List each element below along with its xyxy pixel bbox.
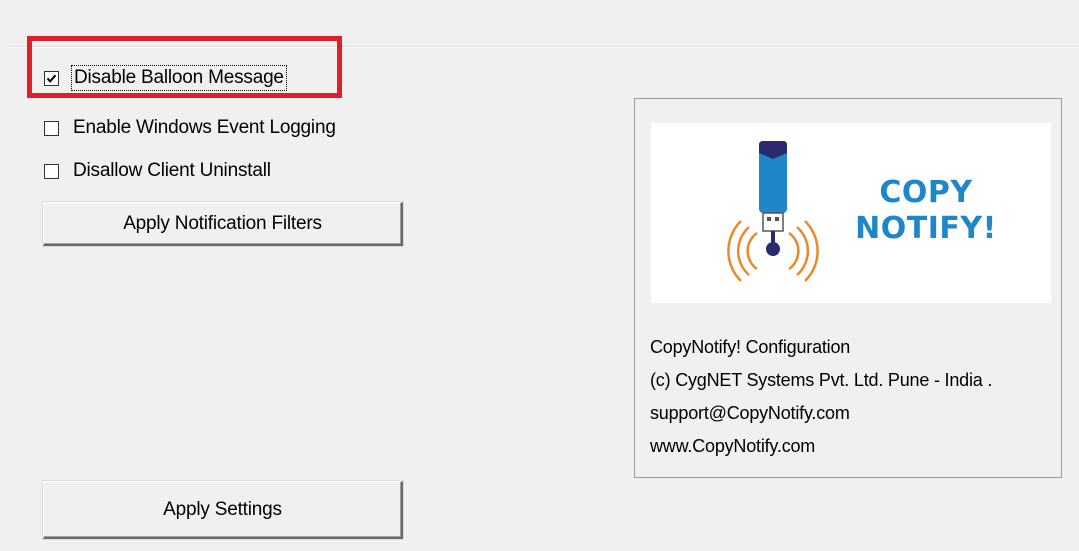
info-lines: CopyNotify! Configuration (c) CygNET Sys… [650, 331, 992, 463]
logo-line-1: COPY [879, 175, 973, 210]
apply-settings-button[interactable]: Apply Settings [43, 481, 403, 539]
disable-balloon-checkbox[interactable]: Disable Balloon Message [44, 65, 287, 91]
info-copyright: (c) CygNET Systems Pvt. Ltd. Pune - Indi… [650, 370, 993, 390]
info-website: www.CopyNotify.com [650, 436, 816, 456]
top-separator [8, 46, 1079, 48]
logo-line-2: NOTIFY! [855, 211, 997, 246]
apply-notification-filters-button[interactable]: Apply Notification Filters [43, 202, 403, 246]
logo-text: COPY NOTIFY! [851, 175, 1001, 247]
checkmark-icon [46, 74, 57, 83]
disallow-uninstall-label: Disallow Client Uninstall [73, 160, 271, 181]
copynotify-logo: COPY NOTIFY! [651, 123, 1051, 303]
disable-balloon-label: Disable Balloon Message [71, 65, 287, 91]
info-panel: COPY NOTIFY! CopyNotify! Configuration (… [634, 98, 1062, 478]
enable-event-logging-checkbox[interactable]: Enable Windows Event Logging [44, 115, 336, 141]
checkbox-box[interactable] [44, 70, 59, 86]
enable-event-logging-label: Enable Windows Event Logging [73, 117, 336, 138]
usb-waves-icon [727, 141, 819, 282]
info-title: CopyNotify! Configuration [650, 337, 851, 357]
info-support-email: support@CopyNotify.com [650, 403, 850, 423]
disallow-uninstall-checkbox[interactable]: Disallow Client Uninstall [44, 158, 271, 184]
checkbox-box[interactable] [44, 120, 59, 136]
checkbox-box[interactable] [44, 163, 59, 179]
